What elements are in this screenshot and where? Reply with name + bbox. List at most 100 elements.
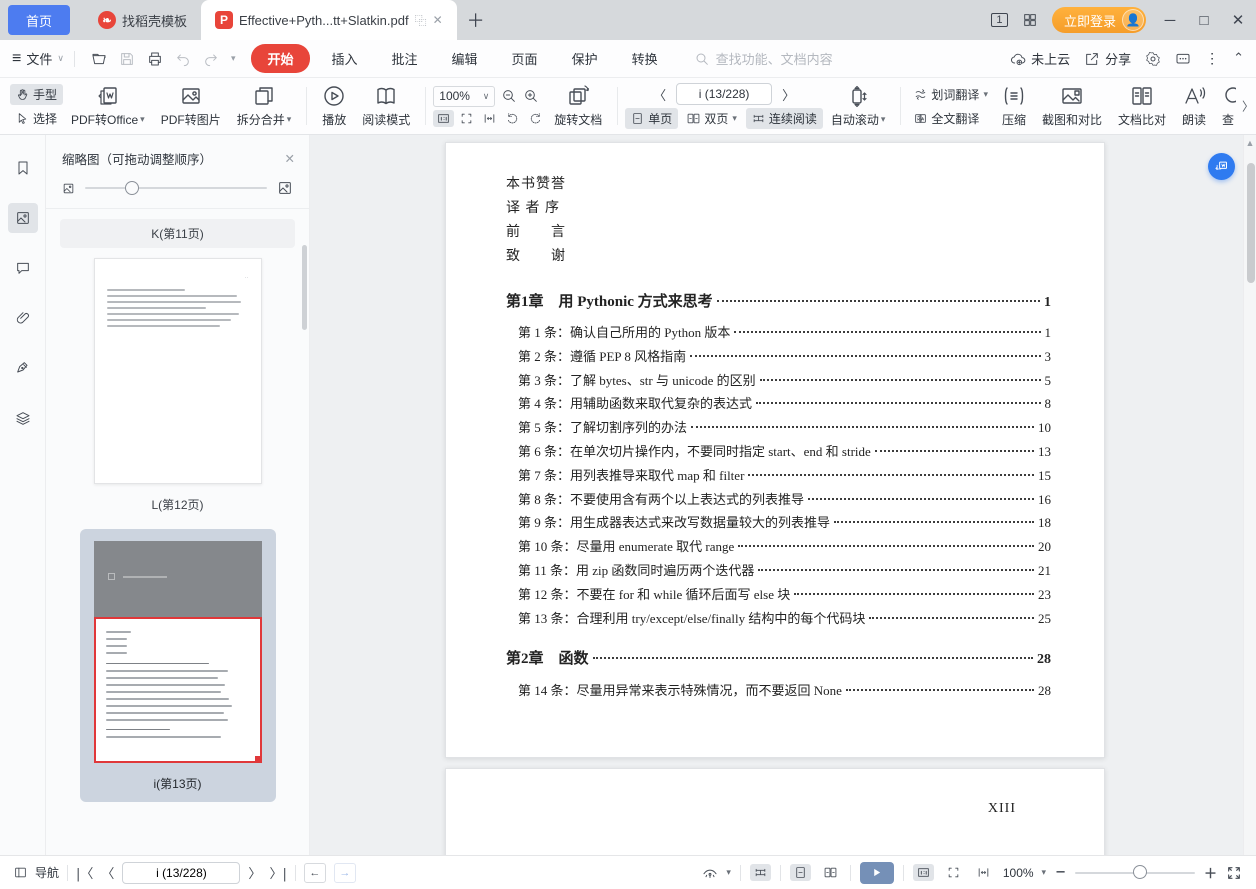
thumbnail-label-i[interactable]: i(第13页): [94, 763, 262, 794]
find-button-truncated[interactable]: 查: [1214, 81, 1236, 131]
maximize-button[interactable]: □: [1194, 12, 1214, 29]
fit-page-toggle[interactable]: [943, 864, 964, 881]
select-tool-button[interactable]: 选择: [10, 108, 63, 129]
doc-compare-button[interactable]: 文档比对: [1110, 81, 1174, 131]
continuous-read-button[interactable]: 连续阅读: [746, 108, 823, 129]
print-icon[interactable]: [147, 51, 163, 67]
document-scrollbar-thumb[interactable]: [1247, 163, 1255, 283]
fullscreen-icon[interactable]: [1226, 865, 1242, 881]
full-translate-button[interactable]: 全文翻译: [908, 108, 994, 129]
zoom-level-select[interactable]: 100% ∨: [433, 86, 495, 107]
tab-page[interactable]: 页面: [500, 49, 550, 68]
zoom-in-icon[interactable]: [523, 88, 539, 104]
previous-page-icon[interactable]: 〈: [653, 85, 666, 104]
rotate-document-button[interactable]: 旋转文档: [546, 81, 610, 131]
file-menu[interactable]: ≡ 文件 ∨: [12, 49, 64, 68]
home-tab-button[interactable]: 首页: [8, 5, 70, 35]
zoom-level-display[interactable]: 100% ▾: [1003, 866, 1046, 880]
document-scrollbar[interactable]: ▲: [1243, 135, 1256, 855]
share-button[interactable]: 分享: [1084, 49, 1131, 68]
tab-window-icon[interactable]: ⿻: [415, 12, 427, 29]
tab-annotate[interactable]: 批注: [380, 49, 430, 68]
split-merge-button[interactable]: 拆分合并▾: [229, 81, 300, 131]
navigation-toggle-button[interactable]: 导航: [14, 864, 59, 881]
cloud-status[interactable]: 未上云: [1010, 49, 1070, 68]
attachments-panel-button[interactable]: [8, 303, 38, 333]
feedback-icon[interactable]: [1175, 51, 1191, 67]
statusbar-page-input[interactable]: [122, 862, 240, 884]
open-folder-icon[interactable]: [91, 51, 107, 67]
fit-width-toggle[interactable]: [973, 864, 994, 881]
tab-start[interactable]: 开始: [251, 44, 309, 73]
next-page-icon[interactable]: 〉: [782, 85, 795, 104]
single-page-button[interactable]: 单页: [625, 108, 678, 129]
rotate-left-button[interactable]: [502, 110, 523, 127]
eye-protect-button[interactable]: ▾: [702, 865, 731, 881]
signature-panel-button[interactable]: [8, 353, 38, 383]
undo-icon[interactable]: [175, 51, 191, 67]
first-page-icon[interactable]: |〈: [76, 863, 93, 882]
continuous-read-toggle[interactable]: [750, 864, 771, 881]
bookmarks-panel-button[interactable]: [8, 153, 38, 183]
zoom-out-icon[interactable]: [501, 88, 517, 104]
panel-scrollbar-thumb[interactable]: [302, 245, 307, 330]
thumbnail-label-l[interactable]: L(第12页): [46, 490, 309, 515]
layers-panel-button[interactable]: [8, 403, 38, 433]
pdf-to-office-button[interactable]: PDF转Office▾: [63, 81, 153, 131]
panel-close-icon[interactable]: ✕: [285, 151, 295, 166]
word-translate-button[interactable]: 划词翻译 ▾: [908, 84, 994, 105]
save-icon[interactable]: [119, 51, 135, 67]
thumbnail-selected-i[interactable]: i(第13页): [80, 529, 276, 802]
read-aloud-button[interactable]: 朗读: [1174, 81, 1214, 131]
history-forward-button[interactable]: →: [334, 863, 356, 883]
double-page-button[interactable]: 双页 ▾: [681, 108, 743, 129]
login-button[interactable]: 立即登录 👤: [1052, 7, 1146, 33]
window-switch-icon[interactable]: 1: [991, 13, 1008, 27]
tab-insert[interactable]: 插入: [320, 49, 370, 68]
actual-size-button[interactable]: [433, 110, 454, 127]
zoom-out-minus-icon[interactable]: −: [1055, 865, 1066, 880]
play-button[interactable]: 播放: [314, 81, 354, 131]
actual-size-toggle[interactable]: [913, 864, 934, 881]
zoom-in-plus-icon[interactable]: ＋: [1204, 863, 1217, 882]
settings-gear-icon[interactable]: [1145, 51, 1161, 67]
search-input[interactable]: 查找功能、文档内容: [694, 49, 1000, 68]
toolbar-expand-icon[interactable]: 〉: [1242, 98, 1254, 115]
scroll-up-icon[interactable]: ▲: [1244, 135, 1256, 148]
single-page-toggle[interactable]: [790, 864, 811, 881]
screenshot-compare-button[interactable]: 截图和对比: [1034, 81, 1110, 131]
close-button[interactable]: ✕: [1228, 11, 1248, 29]
fit-page-button[interactable]: [456, 110, 477, 127]
convert-to-word-float-button[interactable]: [1208, 153, 1235, 180]
tab-close-icon[interactable]: ✕: [433, 13, 443, 27]
thumbnail-page-l[interactable]: ··: [94, 258, 262, 484]
rotate-right-button[interactable]: [525, 110, 546, 127]
tab-protect[interactable]: 保护: [560, 49, 610, 68]
fit-width-button[interactable]: [479, 110, 500, 127]
tab-convert[interactable]: 转换: [620, 49, 670, 68]
zoom-slider[interactable]: [1075, 872, 1195, 874]
more-menu-icon[interactable]: ⋮: [1205, 50, 1219, 67]
compress-button[interactable]: 压缩: [994, 81, 1034, 131]
redo-icon[interactable]: [203, 51, 219, 67]
auto-scroll-button[interactable]: 自动滚动▾: [823, 81, 894, 131]
thumbnails-panel-button[interactable]: [8, 203, 38, 233]
collapse-ribbon-icon[interactable]: ⌃: [1233, 51, 1244, 66]
comments-panel-button[interactable]: [8, 253, 38, 283]
page-number-input[interactable]: [676, 83, 772, 105]
tab-edit[interactable]: 编辑: [440, 49, 490, 68]
pdf-to-image-button[interactable]: PDF转图片: [153, 81, 229, 131]
new-tab-button[interactable]: ＋: [467, 7, 485, 33]
minimize-button[interactable]: ─: [1160, 12, 1180, 29]
last-page-icon[interactable]: 〉|: [269, 863, 286, 882]
thumbnail-label-k[interactable]: K(第11页): [60, 219, 295, 248]
read-mode-button[interactable]: 阅读模式: [354, 81, 418, 131]
quickbar-caret-icon[interactable]: ▾: [231, 53, 236, 64]
history-back-button[interactable]: ←: [304, 863, 326, 883]
next-page-icon[interactable]: 〉: [248, 863, 261, 882]
selection-resize-handle[interactable]: [255, 756, 262, 763]
tab-grid-icon[interactable]: [1022, 12, 1038, 28]
previous-page-icon[interactable]: 〈: [101, 863, 114, 882]
docer-tab[interactable]: ❧ 找稻壳模板: [84, 0, 201, 40]
double-page-toggle[interactable]: [820, 864, 841, 881]
